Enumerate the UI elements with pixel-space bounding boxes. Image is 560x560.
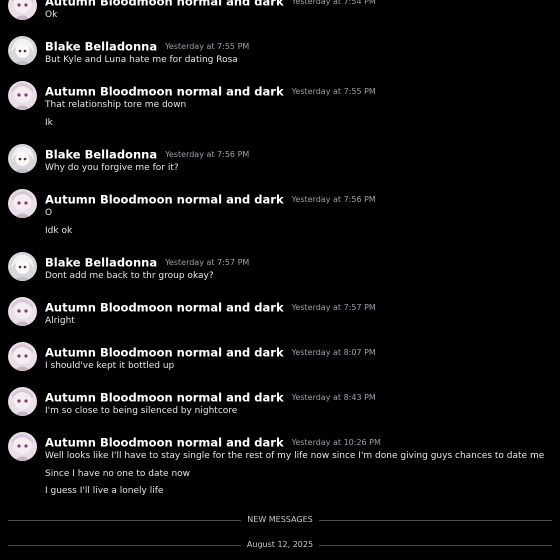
message-header: Autumn Bloodmoon normal and dark Yesterda…: [45, 432, 381, 450]
username[interactable]: Autumn Bloodmoon normal and dark: [45, 346, 284, 360]
username[interactable]: Blake Belladonna: [45, 256, 157, 270]
timestamp: Yesterday at 8:43 PM: [291, 393, 376, 402]
avatar[interactable]: [8, 387, 37, 416]
avatar[interactable]: [8, 189, 37, 218]
timestamp: Yesterday at 7:54 PM: [291, 0, 376, 6]
new-messages-label: NEW MESSAGES: [242, 515, 318, 524]
avatar[interactable]: [8, 36, 37, 65]
avatar[interactable]: [8, 342, 37, 371]
avatar[interactable]: [8, 81, 37, 110]
message-group: Autumn Bloodmoon normal and dark Yesterda…: [0, 189, 560, 252]
username[interactable]: Autumn Bloodmoon normal and dark: [45, 436, 284, 450]
message-text: Dont add me back to thr group okay?: [45, 271, 214, 281]
username[interactable]: Autumn Bloodmoon normal and dark: [45, 301, 284, 315]
message-header: Autumn Bloodmoon normal and dark Yesterda…: [45, 189, 376, 207]
message-text: Why do you forgive me for it?: [45, 163, 179, 173]
message-header: Blake Belladonna Yesterday at 7:56 PM: [45, 144, 250, 162]
message-text: Since I have no one to date now: [45, 468, 191, 479]
timestamp: Yesterday at 7:56 PM: [291, 195, 376, 204]
message-text: That relationship tore me down: [45, 100, 187, 110]
message-header: Autumn Bloodmoon normal and dark Yesterda…: [45, 387, 376, 405]
username[interactable]: Autumn Bloodmoon normal and dark: [45, 193, 284, 207]
message-group: Autumn Bloodmoon normal and dark Yesterda…: [0, 432, 560, 510]
username[interactable]: Autumn Bloodmoon normal and dark: [45, 85, 284, 99]
new-messages-divider: NEW MESSAGES: [8, 514, 552, 526]
message-group: Autumn Bloodmoon normal and dark Yesterda…: [0, 342, 560, 387]
timestamp: Yesterday at 7:57 PM: [291, 303, 376, 312]
username[interactable]: Autumn Bloodmoon normal and dark: [45, 391, 284, 405]
timestamp: Yesterday at 7:55 PM: [165, 42, 250, 51]
message-header: Autumn Bloodmoon normal and dark Yesterda…: [45, 297, 376, 315]
avatar[interactable]: [8, 432, 37, 461]
timestamp: Yesterday at 10:26 PM: [291, 438, 381, 447]
username[interactable]: Blake Belladonna: [45, 148, 157, 162]
message-header: Autumn Bloodmoon normal and dark Yesterda…: [45, 342, 376, 360]
message-text: O: [45, 208, 53, 218]
timestamp: Yesterday at 8:07 PM: [291, 348, 376, 357]
avatar[interactable]: [8, 297, 37, 326]
avatar[interactable]: [8, 144, 37, 173]
username[interactable]: Autumn Bloodmoon normal and dark: [45, 0, 284, 9]
avatar[interactable]: [8, 0, 37, 20]
message-group: Autumn Bloodmoon normal and dark Yesterda…: [0, 81, 560, 144]
message-group: Autumn Bloodmoon normal and dark Yesterda…: [0, 0, 560, 36]
avatar[interactable]: [8, 252, 37, 281]
message-text: Well looks like I'll have to stay single…: [45, 451, 545, 461]
message-header: Blake Belladonna Yesterday at 7:55 PM: [45, 36, 250, 54]
message-header: Autumn Bloodmoon normal and dark Yesterda…: [45, 81, 376, 99]
message-group: Autumn Bloodmoon normal and dark Yesterda…: [0, 387, 560, 432]
message-text: Alright: [45, 316, 75, 326]
message-group: Blake Belladonna Yesterday at 7:55 PM But …: [0, 36, 560, 81]
message-group: Autumn Bloodmoon normal and dark Yesterda…: [0, 297, 560, 342]
message-text: I'm so close to being silenced by nightc…: [45, 406, 238, 416]
message-list: Autumn Bloodmoon normal and dark Yesterda…: [0, 0, 560, 510]
username[interactable]: Blake Belladonna: [45, 40, 157, 54]
date-divider-label: August 12, 2025: [241, 540, 319, 549]
message-text: I guess I'll live a lonely life: [45, 486, 164, 496]
message-text: Ik: [45, 117, 53, 128]
message-group: Blake Belladonna Yesterday at 7:57 PM Dont…: [0, 252, 560, 297]
timestamp: Yesterday at 7:56 PM: [165, 150, 250, 159]
message-text: But Kyle and Luna hate me for dating Ros…: [45, 55, 238, 65]
date-divider: August 12, 2025: [8, 539, 552, 551]
message-group: Blake Belladonna Yesterday at 7:56 PM Why …: [0, 144, 560, 189]
message-text: Idk ok: [45, 225, 73, 236]
message-header: Autumn Bloodmoon normal and dark Yesterda…: [45, 0, 376, 9]
message-text: I should've kept it bottled up: [45, 361, 175, 371]
timestamp: Yesterday at 7:55 PM: [291, 87, 376, 96]
message-header: Blake Belladonna Yesterday at 7:57 PM: [45, 252, 250, 270]
message-text: Ok: [45, 10, 58, 20]
timestamp: Yesterday at 7:57 PM: [165, 258, 250, 267]
